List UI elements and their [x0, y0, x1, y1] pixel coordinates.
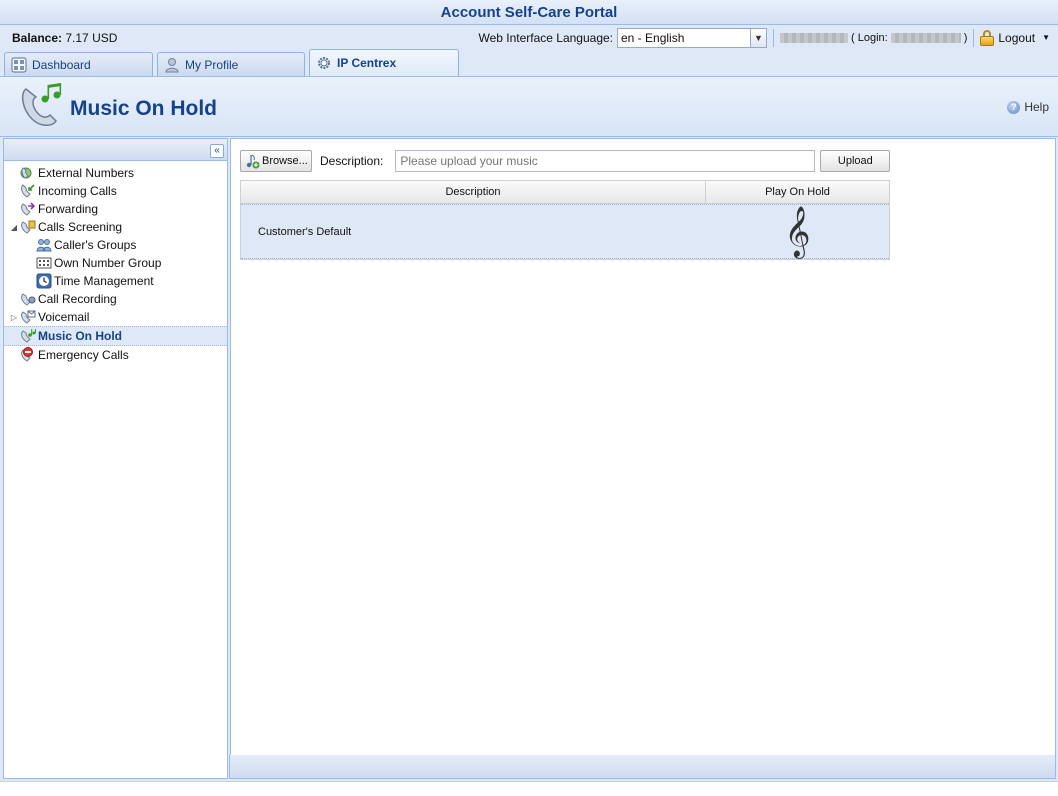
call-recording-icon: [20, 291, 36, 307]
upload-toolbar: Browse... Description: Upload: [240, 150, 891, 172]
callers-groups-icon: [36, 237, 52, 253]
main-area: « External Numbers Incoming Calls Forwar…: [3, 138, 1056, 779]
sidebar-item-label: Time Management: [54, 274, 154, 288]
sidebar-item-music-on-hold[interactable]: Music On Hold: [4, 326, 227, 346]
sidebar-header: «: [4, 139, 227, 161]
tab-label: My Profile: [185, 57, 239, 72]
sidebar-tree: External Numbers Incoming Calls Forwardi…: [4, 161, 227, 364]
incoming-calls-icon: [20, 183, 36, 199]
logout-label: Logout: [998, 30, 1036, 45]
tab-my-profile[interactable]: My Profile: [157, 52, 305, 76]
play-on-hold-cell: 𝄞: [706, 205, 889, 258]
tab-label: IP Centrex: [337, 56, 397, 70]
emergency-calls-icon: [20, 347, 36, 363]
content-panel: Browse... Description: Upload Descriptio…: [230, 138, 1056, 779]
page-title: Music On Hold: [70, 96, 217, 120]
expanded-triangle-icon[interactable]: ◢: [8, 223, 20, 232]
clock-icon: [36, 273, 52, 289]
chevron-down-icon[interactable]: ▼: [750, 28, 766, 47]
page-header: Music On Hold ? Help: [0, 77, 1058, 137]
redacted-name: [780, 32, 848, 43]
number-group-icon: [36, 255, 52, 271]
dashboard-icon: [11, 57, 27, 73]
sidebar-item-own-number-group[interactable]: Own Number Group: [4, 254, 227, 272]
login-open: ( Login:: [851, 31, 888, 44]
sidebar-item-callers-groups[interactable]: Caller's Groups: [4, 236, 227, 254]
tab-ip-centrex[interactable]: IP Centrex: [309, 49, 459, 76]
language-label: Web Interface Language:: [478, 30, 613, 45]
sidebar-item-label: Voicemail: [38, 310, 90, 324]
divider: [973, 28, 975, 47]
top-bar: Balance: 7.17 USD Web Interface Language…: [0, 25, 1058, 50]
column-header-play-on-hold[interactable]: Play On Hold: [706, 181, 889, 203]
add-music-icon: [244, 153, 260, 169]
upload-button[interactable]: Upload: [820, 150, 891, 172]
treble-clef-icon[interactable]: 𝄞: [784, 209, 810, 254]
sidebar-item-time-management[interactable]: Time Management: [4, 272, 227, 290]
divider: [773, 28, 774, 47]
description-label: Description:: [320, 154, 384, 168]
login-info: ( Login: ): [780, 32, 967, 44]
sidebar-item-label: Call Recording: [38, 292, 117, 306]
sidebar-item-external-numbers[interactable]: External Numbers: [4, 164, 227, 182]
language-value: en - English: [621, 30, 685, 45]
login-close: ): [963, 31, 968, 44]
sidebar-item-incoming-calls[interactable]: Incoming Calls: [4, 182, 227, 200]
row-description: Customer's Default: [258, 225, 352, 238]
lock-icon: [980, 29, 995, 46]
music-grid: Description Play On Hold Customer's Defa…: [240, 180, 890, 260]
browse-label: Browse...: [262, 155, 308, 167]
sidebar-item-label: Calls Screening: [38, 220, 123, 234]
bottom-strip: [0, 781, 1058, 796]
sidebar-item-label: Own Number Group: [54, 256, 162, 270]
calls-screening-icon: [20, 219, 36, 235]
help-label: Help: [1024, 100, 1049, 114]
sidebar-item-forwarding[interactable]: Forwarding: [4, 200, 227, 218]
tab-label: Dashboard: [32, 57, 91, 72]
balance-label: Balance:: [12, 30, 63, 45]
logout-button[interactable]: Logout ▼: [980, 29, 1050, 46]
collapsed-triangle-icon[interactable]: ▷: [8, 313, 20, 322]
table-row[interactable]: Customer's Default 𝄞: [241, 204, 889, 259]
music-on-hold-icon: [20, 328, 36, 344]
sidebar-item-label: Incoming Calls: [38, 184, 117, 198]
sidebar-item-label: Emergency Calls: [38, 348, 129, 362]
sidebar: « External Numbers Incoming Calls Forwar…: [3, 138, 228, 779]
external-numbers-icon: [20, 165, 36, 181]
user-icon: [164, 57, 180, 73]
collapse-sidebar-button[interactable]: «: [210, 144, 224, 158]
app-title: Account Self-Care Portal: [0, 0, 1058, 25]
music-on-hold-icon: [18, 81, 66, 132]
chevron-down-icon: ▼: [1042, 33, 1050, 42]
status-bar: [229, 755, 1056, 779]
column-header-description[interactable]: Description: [241, 181, 706, 203]
tab-bar: Dashboard My Profile IP Centrex: [0, 49, 1058, 77]
sidebar-item-label: External Numbers: [38, 166, 135, 180]
browse-button[interactable]: Browse...: [240, 150, 312, 172]
help-icon: ?: [1007, 100, 1021, 114]
description-input[interactable]: [395, 150, 816, 172]
sidebar-item-voicemail[interactable]: ▷ Voicemail: [4, 308, 227, 326]
upload-label: Upload: [837, 155, 873, 167]
sidebar-item-label: Forwarding: [38, 202, 99, 216]
voicemail-icon: [20, 309, 36, 325]
help-button[interactable]: ? Help: [1007, 100, 1049, 114]
sidebar-item-label: Caller's Groups: [54, 238, 137, 252]
sidebar-item-call-recording[interactable]: Call Recording: [4, 290, 227, 308]
tab-dashboard[interactable]: Dashboard: [4, 52, 153, 76]
sidebar-item-label: Music On Hold: [38, 329, 122, 343]
balance: Balance: 7.17 USD: [12, 31, 117, 45]
balance-value: 7.17 USD: [65, 30, 118, 45]
language-select[interactable]: en - English ▼: [617, 27, 767, 48]
sidebar-item-calls-screening[interactable]: ◢ Calls Screening: [4, 218, 227, 236]
redacted-login: [890, 32, 961, 43]
sidebar-item-emergency-calls[interactable]: Emergency Calls: [4, 346, 227, 364]
gear-icon: [316, 55, 332, 71]
forwarding-icon: [20, 201, 36, 217]
grid-header: Description Play On Hold: [241, 181, 889, 204]
